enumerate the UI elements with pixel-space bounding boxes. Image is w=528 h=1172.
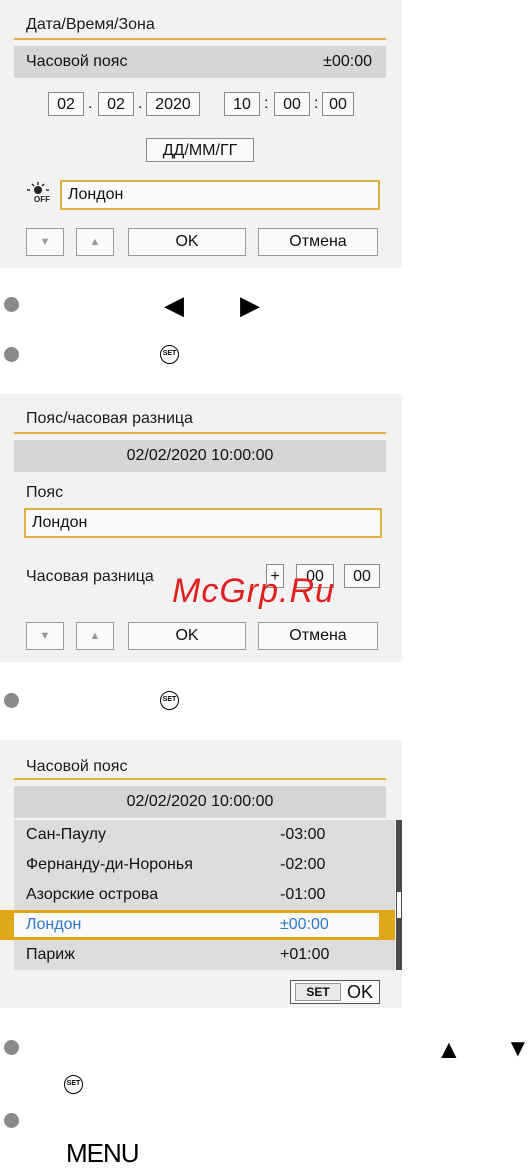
menu-button-label: MENU	[66, 1138, 140, 1168]
timezone-name: Лондон	[26, 916, 82, 933]
timezone-name: Париж	[26, 946, 75, 963]
scroll-down-button[interactable]: ▼	[26, 228, 64, 256]
datetime-display: 02/02/2020 10:00:00	[14, 440, 386, 472]
set-ok-button[interactable]: SET OK	[290, 980, 380, 1004]
up-arrow-icon: ▲	[436, 1034, 462, 1064]
time-minute-field[interactable]: 00	[274, 92, 310, 116]
time-separator: :	[264, 95, 269, 112]
list-scrollbar[interactable]	[396, 820, 402, 970]
timezone-name-field[interactable]: Лондон	[60, 180, 380, 210]
bullet	[4, 347, 19, 362]
timezone-label: Часовой пояс	[26, 53, 128, 70]
timezone-list-item[interactable]: Париж +01:00	[14, 940, 395, 970]
timezone-offset: -03:00	[280, 826, 326, 843]
timezone-offset: ±00:00	[280, 916, 329, 933]
date-separator: .	[138, 95, 143, 112]
left-arrow-icon: ◀	[164, 290, 184, 320]
screen-title: Пояс/часовая разница	[26, 410, 193, 427]
date-day-field[interactable]: 02	[48, 92, 84, 116]
date-separator: .	[88, 95, 93, 112]
timezone-list-item[interactable]: Фернанду-ди-Норонья -02:00	[14, 850, 395, 880]
screen-title: Часовой пояс	[26, 758, 128, 775]
set-button-icon: SET	[64, 1075, 83, 1094]
cancel-button[interactable]: Отмена	[258, 622, 378, 650]
set-button-icon: SET	[160, 691, 179, 710]
timezone-list-item[interactable]: Сан-Паулу -03:00	[14, 820, 395, 850]
timezone-list-item-selected[interactable]: Лондон ±00:00	[0, 910, 395, 940]
date-year-field[interactable]: 2020	[146, 92, 200, 116]
zone-name-field[interactable]: Лондон	[24, 508, 382, 538]
down-arrow-icon: ▼	[506, 1035, 528, 1062]
timezone-name: Сан-Паулу	[26, 826, 106, 843]
scroll-up-button[interactable]: ▲	[76, 228, 114, 256]
timezone-list-screen: Часовой пояс 02/02/2020 10:00:00 Сан-Пау…	[0, 740, 402, 1008]
datetime-text: 02/02/2020 10:00:00	[126, 447, 274, 464]
timezone-offset: +01:00	[280, 946, 330, 963]
date-time-zone-screen: Дата/Время/Зона Часовой пояс ±00:00 02 .…	[0, 0, 402, 268]
bullet	[4, 297, 19, 312]
bullet	[4, 1113, 19, 1128]
ok-label: OK	[347, 982, 374, 1002]
bullet	[4, 1040, 19, 1055]
difference-minutes-field[interactable]: 00	[344, 564, 380, 588]
time-difference-label: Часовая разница	[26, 568, 154, 585]
scroll-down-button[interactable]: ▼	[26, 622, 64, 650]
time-hour-field[interactable]: 10	[224, 92, 260, 116]
set-label: SET	[295, 983, 341, 1001]
cancel-button[interactable]: Отмена	[258, 228, 378, 256]
title-underline	[14, 778, 386, 780]
dst-off-label: OFF	[34, 195, 50, 204]
dst-off-icon[interactable]: OFF	[26, 182, 50, 206]
set-button-icon: SET	[160, 345, 179, 364]
timezone-name: Азорские острова	[26, 886, 159, 903]
datetime-text: 02/02/2020 10:00:00	[126, 793, 274, 810]
timezone-name: Фернанду-ди-Норонья	[26, 856, 193, 873]
date-format-button[interactable]: ДД/ММ/ГГ	[146, 138, 254, 162]
title-underline	[14, 38, 386, 40]
watermark: McGrp.Ru	[172, 572, 335, 610]
timezone-offset: ±00:00	[323, 53, 372, 70]
title-underline	[14, 432, 386, 434]
time-second-field[interactable]: 00	[322, 92, 354, 116]
datetime-display: 02/02/2020 10:00:00	[14, 786, 386, 818]
scroll-up-button[interactable]: ▲	[76, 622, 114, 650]
zone-difference-screen: Пояс/часовая разница 02/02/2020 10:00:00…	[0, 394, 402, 662]
timezone-list-item[interactable]: Азорские острова -01:00	[14, 880, 395, 910]
right-arrow-icon: ▶	[240, 290, 260, 320]
ok-button[interactable]: OK	[128, 622, 246, 650]
bullet	[4, 693, 19, 708]
timezone-row[interactable]: Часовой пояс ±00:00	[14, 46, 386, 78]
timezone-offset: -02:00	[280, 856, 326, 873]
time-separator: :	[314, 95, 319, 112]
date-month-field[interactable]: 02	[98, 92, 134, 116]
zone-label: Пояс	[26, 484, 64, 501]
ok-button[interactable]: OK	[128, 228, 246, 256]
scrollbar-thumb[interactable]	[397, 892, 401, 918]
timezone-offset: -01:00	[280, 886, 326, 903]
screen-title: Дата/Время/Зона	[26, 16, 155, 33]
